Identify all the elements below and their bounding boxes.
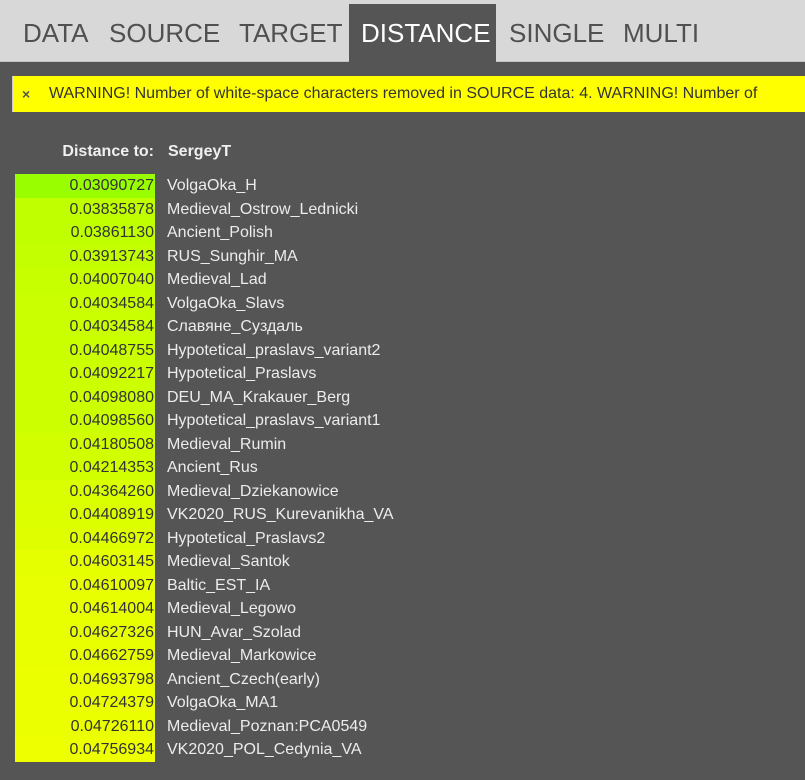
table-row: 0.04662759 Medieval_Markowice: [0, 644, 805, 668]
distance-value: 0.04034584: [15, 315, 155, 339]
population-name: VK2020_RUS_Kurevanikha_VA: [167, 506, 394, 523]
distance-to-label: Distance to:: [62, 143, 154, 160]
results-table: 0.03090727 VolgaOka_H 0.03835878 Medieval_O…: [0, 174, 805, 762]
table-row: 0.03861130 Ancient_Polish: [0, 221, 805, 245]
table-row: 0.03090727 VolgaOka_H: [0, 174, 805, 198]
table-row: 0.04614004 Medieval_Legowo: [0, 597, 805, 621]
distance-value: 0.04614004: [15, 597, 155, 621]
table-row: 0.04726110 Medieval_Poznan:PCA0549: [0, 714, 805, 738]
population-name: RUS_Sunghir_MA: [167, 247, 298, 265]
distance-value: 0.04726110: [15, 714, 155, 738]
table-row: 0.04034584 VolgaOka_Slavs: [0, 291, 805, 315]
table-row: 0.04034584 Славяне_Суздаль: [0, 315, 805, 339]
population-name: VolgaOka_Slavs: [167, 294, 285, 312]
distance-value: 0.03090727: [15, 174, 155, 198]
population-name: Medieval_Markowice: [167, 647, 317, 664]
table-row: 0.04627326 HUN_Avar_Szolad: [0, 620, 805, 644]
population-name: VK2020_POL_Cedynia_VA: [167, 741, 362, 758]
population-name: Medieval_Lad: [167, 271, 267, 288]
distance-value: 0.04466972: [15, 526, 155, 550]
distance-value: 0.03861130: [15, 221, 155, 245]
population-name: DEU_MA_Krakauer_Berg: [167, 388, 351, 406]
tab-bar: DATA SOURCE TARGET DISTANCE SINGLE MULTI: [0, 0, 805, 62]
table-row: 0.04693798 Ancient_Czech(early): [0, 667, 805, 691]
distance-value: 0.04180508: [15, 432, 155, 456]
warning-banner: × WARNING! Number of white-space charact…: [12, 76, 805, 112]
close-icon[interactable]: ×: [22, 76, 30, 112]
table-row: 0.04098560 Hypotetical_praslavs_variant1: [0, 409, 805, 433]
tab-multi[interactable]: MULTI: [611, 4, 711, 62]
population-name: Славяне_Суздаль: [167, 318, 303, 335]
population-name: VolgaOka_MA1: [167, 694, 279, 711]
table-row: 0.04610097 Baltic_EST_IA: [0, 573, 805, 597]
distance-value: 0.04048755: [15, 338, 155, 362]
tab-source[interactable]: SOURCE: [97, 4, 232, 62]
table-row: 0.04408919 VK2020_RUS_Kurevanikha_VA: [0, 503, 805, 527]
table-row: 0.04603145 Medieval_Santok: [0, 550, 805, 574]
distance-value: 0.04092217: [15, 362, 155, 386]
population-name: HUN_Avar_Szolad: [167, 623, 301, 641]
population-name: Hypotetical_praslavs_variant1: [167, 412, 381, 429]
distance-value: 0.04662759: [15, 644, 155, 668]
population-name: Medieval_Rumin: [167, 435, 287, 453]
population-name: Baltic_EST_IA: [167, 576, 271, 594]
table-row: 0.03835878 Medieval_Ostrow_Lednicki: [0, 197, 805, 221]
tab-distance[interactable]: DISTANCE: [349, 4, 496, 62]
population-name: Ancient_Czech(early): [167, 670, 320, 688]
population-name: Medieval_Ostrow_Lednicki: [167, 200, 359, 218]
table-row: 0.04092217 Hypotetical_Praslavs: [0, 362, 805, 386]
tab-target[interactable]: TARGET: [227, 4, 355, 62]
tab-single[interactable]: SINGLE: [497, 4, 616, 62]
distance-value: 0.04034584: [15, 291, 155, 315]
table-row: 0.04756934 VK2020_POL_Cedynia_VA: [0, 738, 805, 762]
distance-value: 0.03913743: [15, 244, 155, 268]
distance-value: 0.04724379: [15, 691, 155, 715]
table-row: 0.04098080 DEU_MA_Krakauer_Berg: [0, 385, 805, 409]
table-row: 0.04466972 Hypotetical_Praslavs2: [0, 526, 805, 550]
population-name: Medieval_Santok: [167, 553, 290, 570]
table-row: 0.04048755 Hypotetical_praslavs_variant2: [0, 338, 805, 362]
table-row: 0.04724379 VolgaOka_MA1: [0, 691, 805, 715]
distance-value: 0.04610097: [15, 573, 155, 597]
warning-message: WARNING! Number of white-space character…: [49, 85, 758, 102]
table-row: 0.04364260 Medieval_Dziekanowice: [0, 479, 805, 503]
population-name: Hypotetical_Praslavs: [167, 365, 317, 382]
distance-value: 0.04756934: [15, 738, 155, 762]
table-row: 0.04007040 Medieval_Lad: [0, 268, 805, 292]
population-name: Hypotetical_praslavs_variant2: [167, 341, 381, 359]
table-row: 0.03913743 RUS_Sunghir_MA: [0, 244, 805, 268]
population-name: Hypotetical_Praslavs2: [167, 529, 326, 547]
population-name: VolgaOka_H: [167, 177, 257, 194]
population-name: Ancient_Polish: [167, 224, 273, 241]
population-name: Medieval_Dziekanowice: [167, 482, 339, 500]
population-name: Medieval_Poznan:PCA0549: [167, 717, 368, 735]
tab-data[interactable]: DATA: [11, 4, 100, 62]
distance-value: 0.04098560: [15, 409, 155, 433]
distance-value: 0.04214353: [15, 456, 155, 480]
distance-value: 0.04693798: [15, 667, 155, 691]
distance-value: 0.04007040: [15, 268, 155, 292]
distance-value: 0.04364260: [15, 479, 155, 503]
distance-value: 0.03835878: [15, 197, 155, 221]
distance-value: 0.04627326: [15, 620, 155, 644]
target-name: SergeyT: [168, 143, 232, 160]
distance-value: 0.04098080: [15, 385, 155, 409]
distance-value: 0.04603145: [15, 550, 155, 574]
population-name: Medieval_Legowo: [167, 600, 296, 617]
table-row: 0.04214353 Ancient_Rus: [0, 456, 805, 480]
population-name: Ancient_Rus: [167, 459, 258, 476]
table-row: 0.04180508 Medieval_Rumin: [0, 432, 805, 456]
distance-value: 0.04408919: [15, 503, 155, 527]
